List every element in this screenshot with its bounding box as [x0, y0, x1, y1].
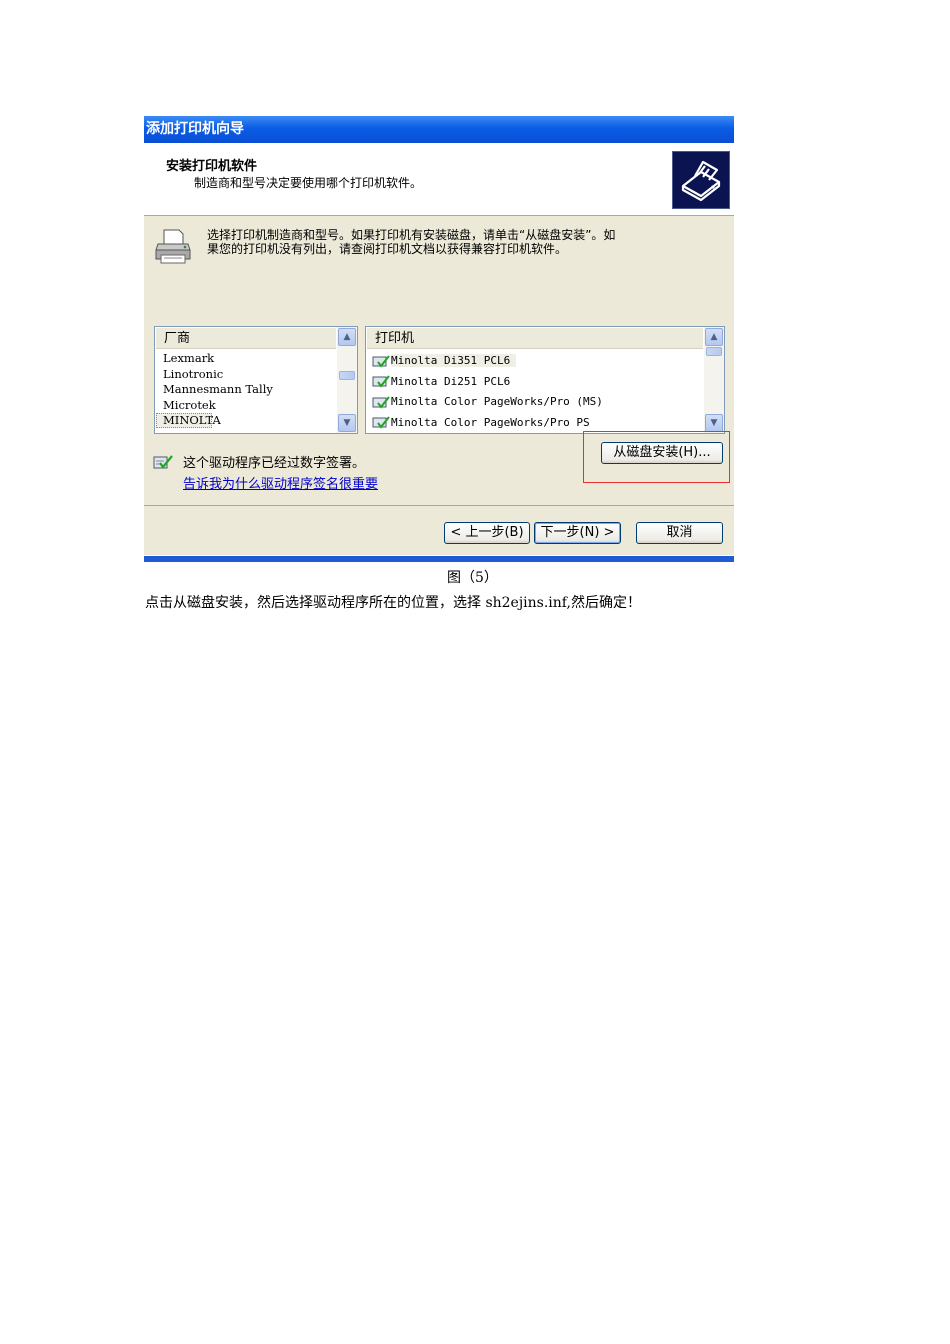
- add-printer-wizard-dialog: 添加打印机向导 安装打印机软件 制造商和型号决定要使用哪个打印机软件。 选择打印…: [144, 116, 734, 562]
- signed-driver-icon: [372, 416, 390, 429]
- driver-signing-link[interactable]: 告诉我为什么驱动程序签名很重要: [183, 473, 378, 492]
- manufacturer-item-selected[interactable]: MINOLTA: [156, 413, 221, 428]
- highlight-annotation-box: [583, 431, 730, 483]
- printer-list[interactable]: 打印机 Minolta Di351 PCL6 Minolta Di251 PCL…: [365, 326, 725, 434]
- manufacturer-item[interactable]: Mannesmann Tally: [156, 382, 335, 398]
- header-title: 安装打印机软件: [166, 159, 258, 174]
- manufacturer-scrollbar[interactable]: ▲ ▼: [337, 327, 357, 433]
- printer-item[interactable]: Minolta Color PageWorks/Pro PS: [367, 413, 603, 434]
- manufacturer-list-header: 厂商: [156, 328, 336, 349]
- figure-caption: 图（5）: [447, 570, 498, 586]
- instruction-line-2: 果您的打印机没有列出，请查阅打印机文档以获得兼容打印机软件。: [207, 242, 568, 256]
- taskbar-strip: [144, 556, 734, 562]
- wizard-printer-icon: [672, 151, 730, 209]
- signed-driver-icon: [372, 354, 390, 368]
- scroll-down-icon[interactable]: ▼: [705, 414, 723, 432]
- footer-separator: [144, 505, 734, 506]
- printer-list-header: 打印机: [367, 328, 703, 349]
- wizard-header: 安装打印机软件 制造商和型号决定要使用哪个打印机软件。: [144, 143, 734, 216]
- printer-item-label: Minolta Di251 PCL6: [391, 374, 511, 388]
- scroll-up-icon[interactable]: ▲: [338, 328, 356, 346]
- next-button[interactable]: 下一步(N) >: [534, 522, 621, 544]
- printer-item-label: Minolta Color PageWorks/Pro (MS): [391, 395, 603, 408]
- signed-driver-text: 这个驱动程序已经过数字签署。: [183, 456, 366, 471]
- header-subtitle: 制造商和型号决定要使用哪个打印机软件。: [194, 176, 423, 190]
- printer-icon: [155, 226, 191, 266]
- instruction-text: 选择打印机制造商和型号。如果打印机有安装磁盘，请单击“从磁盘安装”。如 果您的打…: [207, 228, 722, 256]
- scroll-thumb[interactable]: [706, 347, 722, 356]
- scroll-thumb[interactable]: [339, 371, 355, 380]
- manufacturer-item[interactable]: Lexmark: [156, 351, 335, 367]
- printer-item-label: Minolta Color PageWorks/Pro PS: [391, 415, 590, 429]
- instruction-line-1: 选择打印机制造商和型号。如果打印机有安装磁盘，请单击“从磁盘安装”。如: [207, 228, 616, 242]
- signed-driver-icon: [372, 375, 390, 388]
- dialog-title: 添加打印机向导: [144, 116, 734, 143]
- printer-item[interactable]: Minolta Di251 PCL6: [367, 372, 603, 393]
- manufacturer-item[interactable]: Linotronic: [156, 367, 335, 383]
- signed-driver-icon: [153, 453, 173, 471]
- printer-item[interactable]: Minolta Color PageWorks/Pro (MS): [367, 392, 603, 413]
- scroll-down-icon[interactable]: ▼: [338, 414, 356, 432]
- scroll-up-icon[interactable]: ▲: [705, 328, 723, 346]
- printer-scrollbar[interactable]: ▲ ▼: [704, 327, 724, 433]
- manufacturer-list[interactable]: 厂商 Lexmark Linotronic Mannesmann Tally M…: [154, 326, 358, 434]
- back-button[interactable]: < 上一步(B): [444, 522, 530, 544]
- manufacturer-item[interactable]: Microtek: [156, 398, 335, 414]
- signed-driver-icon: [372, 395, 390, 409]
- cancel-button[interactable]: 取消: [636, 522, 723, 544]
- printer-item-label: Minolta Di351 PCL6: [391, 354, 517, 367]
- printer-item-selected[interactable]: Minolta Di351 PCL6: [367, 351, 603, 372]
- instruction-paragraph: 点击从磁盘安装，然后选择驱动程序所在的位置，选择 sh2ejins.inf,然后…: [145, 595, 641, 611]
